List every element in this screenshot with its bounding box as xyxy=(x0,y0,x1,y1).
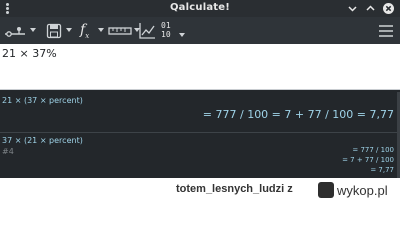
expression-text: 21 × 37% xyxy=(2,47,57,60)
history-result: = 777 / 100 = 7 + 77 / 100 = 7,77 xyxy=(202,108,394,121)
functions-dropdown-caret[interactable] xyxy=(98,28,104,32)
menu-icon[interactable] xyxy=(378,21,394,41)
history-item[interactable]: 37 × (21 × percent) #4 = 777 / 100 = 7 +… xyxy=(0,136,400,182)
number-bases-bottom: 10 xyxy=(161,30,171,39)
maximize-icon[interactable] xyxy=(365,3,376,14)
watermark-author: totem_lesnych_ludzi z xyxy=(176,183,293,195)
number-bases-dropdown-caret[interactable] xyxy=(179,33,185,37)
history-separator xyxy=(0,132,400,133)
toolbar: fx 01 10 xyxy=(0,17,400,44)
history-expression: 37 × (21 × percent) xyxy=(2,136,83,145)
number-bases-top: 01 xyxy=(161,21,171,30)
expression-input[interactable]: 21 × 37% xyxy=(0,44,400,90)
history-result-line: = 7 + 77 / 100 xyxy=(342,156,394,164)
wykop-logo: wykop.pl xyxy=(318,181,388,199)
close-icon[interactable] xyxy=(383,3,394,14)
units-icon[interactable] xyxy=(108,21,132,41)
mode-icon[interactable] xyxy=(4,21,26,41)
minimize-icon[interactable] xyxy=(347,3,358,14)
history-result-line: = 7,77 xyxy=(370,166,394,174)
functions-sub-label: x xyxy=(85,31,90,40)
plot-icon[interactable] xyxy=(138,21,156,41)
functions-icon[interactable]: fx xyxy=(80,21,96,41)
history-item[interactable]: 21 × (37 × percent) = 777 / 100 = 7 + 77… xyxy=(0,96,400,130)
title-bar: Qalculate! xyxy=(0,0,400,17)
save-dropdown-caret[interactable] xyxy=(66,28,72,32)
number-bases-icon[interactable]: 01 10 xyxy=(161,21,177,41)
history-expression: 21 × (37 × percent) xyxy=(2,96,83,105)
wykop-site-name: wykop.pl xyxy=(337,182,388,198)
history-result-line: = 777 / 100 xyxy=(352,146,394,154)
history-index: #4 xyxy=(2,147,14,156)
watermark-strip: totem_lesnych_ludzi z wykop.pl xyxy=(0,178,400,202)
mode-dropdown-caret[interactable] xyxy=(30,28,36,32)
window-title: Qalculate! xyxy=(169,2,231,13)
save-icon[interactable] xyxy=(46,21,62,41)
wykop-bubble-icon xyxy=(318,182,334,198)
